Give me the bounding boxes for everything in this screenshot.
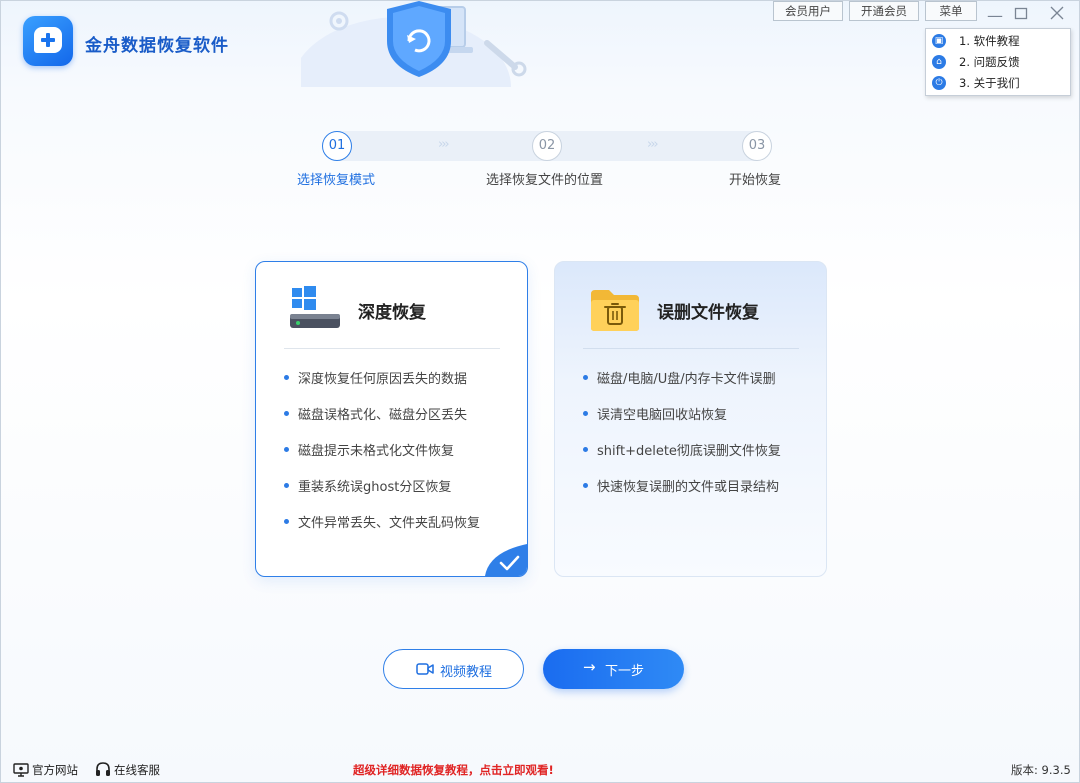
online-support-link[interactable]: 在线客服 bbox=[95, 762, 160, 778]
list-item: 磁盘提示未格式化文件恢复 bbox=[284, 440, 454, 459]
hard-drive-windows-icon bbox=[290, 286, 340, 328]
maximize-icon[interactable] bbox=[1012, 6, 1030, 24]
book-icon: ▣ bbox=[932, 34, 946, 48]
deep-recovery-title: 深度恢复 bbox=[358, 303, 426, 323]
list-item: 磁盘/电脑/U盘/内存卡文件误删 bbox=[583, 368, 776, 387]
list-item: 重装系统误ghost分区恢复 bbox=[284, 476, 451, 495]
next-step-label: 下一步 bbox=[605, 664, 645, 679]
monitor-icon bbox=[13, 762, 29, 777]
card-divider bbox=[583, 348, 799, 349]
list-item: 快速恢复误删的文件或目录结构 bbox=[583, 476, 779, 495]
check-icon bbox=[485, 544, 527, 576]
menu-item-feedback[interactable]: ⌂ 2. 问题反馈 bbox=[932, 52, 1066, 72]
step-3-label: 开始恢复 bbox=[729, 173, 782, 188]
deleted-file-recovery-title: 误删文件恢复 bbox=[657, 303, 759, 323]
member-button[interactable]: 会员用户 bbox=[773, 1, 843, 21]
chevron-right-icon: ››› bbox=[438, 137, 450, 152]
hero-illustration-icon bbox=[301, 1, 527, 87]
header: 金舟数据恢复软件 会员用户 开通会员 菜单 — bbox=[1, 1, 1079, 87]
menu-item-about[interactable]: ⏻ 3. 关于我们 bbox=[932, 73, 1066, 93]
tutorial-promo-link[interactable]: 超级详细数据恢复教程，点击立即观看! bbox=[353, 762, 554, 778]
video-tutorial-label: 视频教程 bbox=[440, 665, 493, 680]
list-item: 误清空电脑回收站恢复 bbox=[583, 404, 727, 423]
list-item: 深度恢复任何原因丢失的数据 bbox=[284, 368, 467, 387]
list-item: 文件异常丢失、文件夹乱码恢复 bbox=[284, 512, 480, 531]
next-step-button[interactable]: → 下一步 bbox=[543, 649, 684, 689]
step-2-circle: 02 bbox=[532, 131, 562, 161]
deleted-file-recovery-card[interactable]: 误删文件恢复 磁盘/电脑/U盘/内存卡文件误删 误清空电脑回收站恢复 shift… bbox=[554, 261, 827, 577]
official-website-link[interactable]: 官方网站 bbox=[13, 762, 78, 778]
deep-recovery-card[interactable]: 深度恢复 深度恢复任何原因丢失的数据 磁盘误格式化、磁盘分区丢失 磁盘提示未格式… bbox=[255, 261, 528, 577]
menu-item-tutorial[interactable]: ▣ 1. 软件教程 bbox=[932, 31, 1066, 51]
list-item: shift+delete彻底误删文件恢复 bbox=[583, 440, 781, 459]
menu-button[interactable]: 菜单 bbox=[925, 1, 977, 21]
chevron-right-icon: ››› bbox=[647, 137, 659, 152]
minimize-icon[interactable]: — bbox=[986, 7, 1004, 25]
app-window: 金舟数据恢复软件 会员用户 开通会员 菜单 — ▣ 1. 软件教程 ⌂ 2. 问… bbox=[0, 0, 1080, 783]
step-3-circle: 03 bbox=[742, 131, 772, 161]
step-1-circle: 01 bbox=[322, 131, 352, 161]
home-icon: ⌂ bbox=[932, 55, 946, 69]
app-logo bbox=[23, 16, 73, 66]
open-vip-button[interactable]: 开通会员 bbox=[849, 1, 919, 21]
power-icon: ⏻ bbox=[932, 76, 946, 90]
version-label: 版本: 9.3.5 bbox=[1011, 763, 1071, 777]
step-2-label: 选择恢复文件的位置 bbox=[486, 173, 604, 188]
folder-trash-icon bbox=[591, 290, 639, 331]
list-item: 磁盘误格式化、磁盘分区丢失 bbox=[284, 404, 467, 423]
card-divider bbox=[284, 348, 500, 349]
close-icon[interactable] bbox=[1048, 5, 1066, 25]
step-1-label: 选择恢复模式 bbox=[297, 173, 376, 188]
app-title: 金舟数据恢复软件 bbox=[85, 36, 229, 56]
arrow-right-icon: → bbox=[583, 658, 596, 676]
menu-dropdown: ▣ 1. 软件教程 ⌂ 2. 问题反馈 ⏻ 3. 关于我们 bbox=[925, 28, 1071, 96]
footer: 官方网站 在线客服 超级详细数据恢复教程，点击立即观看! 版本: 9.3.5 bbox=[1, 757, 1079, 782]
headset-icon bbox=[96, 762, 110, 776]
video-tutorial-button[interactable]: 视频教程 bbox=[383, 649, 524, 689]
video-camera-icon bbox=[416, 663, 434, 675]
